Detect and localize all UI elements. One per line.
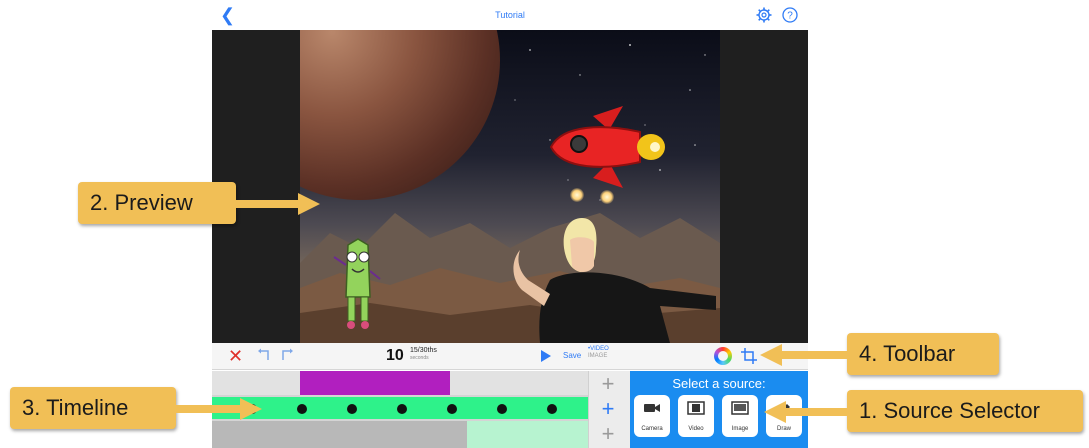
redo-icon[interactable] [279,347,295,363]
source-selector-title: Select a source: [672,376,766,391]
save-button[interactable]: Save [563,351,581,360]
preview-scene-image [300,30,720,343]
source-label: Camera [641,426,663,432]
tutorial-screenshot: ❮ Tutorial ? ✕ 10 15/30ths seconds Save … [0,0,1089,448]
annotation-arrow [760,344,848,366]
alien-sprite[interactable] [330,235,385,330]
source-label: Video [688,426,704,432]
top-nav-bar: ❮ Tutorial ? [212,0,808,30]
editor-toolbar: ✕ 10 15/30ths seconds Save •VIDEO IMAGE [212,343,808,370]
source-image-button[interactable]: Image [722,395,758,437]
crop-icon[interactable] [740,347,758,365]
light-glow [600,190,614,204]
film-icon [687,401,705,415]
add-track-plus-icon[interactable]: + [597,423,619,445]
preview-area[interactable] [212,30,808,343]
add-track-plus-icon[interactable]: + [597,373,619,395]
mode-video-option[interactable]: •VIDEO [588,346,624,353]
save-mode-toggle[interactable]: •VIDEO IMAGE [588,346,624,360]
undo-icon[interactable] [256,347,272,363]
timeline-clip-alien[interactable] [467,421,588,448]
clip-thumbnails [247,404,557,414]
play-icon[interactable] [540,349,552,363]
delete-icon[interactable]: ✕ [228,347,243,365]
annotation-arrow [176,398,262,420]
add-track-column: + + + [588,371,630,448]
annotation-arrow [764,401,848,423]
help-icon[interactable]: ? [782,7,798,23]
annotation-toolbar: 4. Toolbar [847,333,999,375]
time-frames: 15/30ths [410,347,437,354]
source-label: Draw [776,426,791,432]
child-actor-sprite[interactable] [510,210,720,343]
source-camera-button[interactable]: Camera [634,395,670,437]
page-title: Tutorial [495,10,525,20]
time-subdivision: 15/30ths seconds [410,347,456,361]
image-icon [731,401,749,415]
time-seconds: 10 [386,347,404,364]
annotation-preview: 2. Preview [78,182,236,224]
source-label: Image [731,426,749,432]
annotation-source-selector: 1. Source Selector [847,390,1083,432]
svg-text:?: ? [787,11,793,22]
timeline-clip-green[interactable] [212,397,588,419]
annotation-arrow [236,193,320,215]
color-wheel-icon[interactable] [714,347,732,365]
timeline[interactable] [212,371,588,448]
time-unit: seconds [410,355,429,361]
gear-icon[interactable] [756,7,772,23]
mode-image-option[interactable]: IMAGE [588,353,624,360]
add-track-plus-icon[interactable]: + [597,398,619,420]
rocket-sprite[interactable] [545,102,670,192]
timeline-clip-purple[interactable] [300,371,450,395]
video-camera-icon [644,404,660,412]
annotation-timeline: 3. Timeline [10,387,176,429]
source-video-button[interactable]: Video [678,395,714,437]
